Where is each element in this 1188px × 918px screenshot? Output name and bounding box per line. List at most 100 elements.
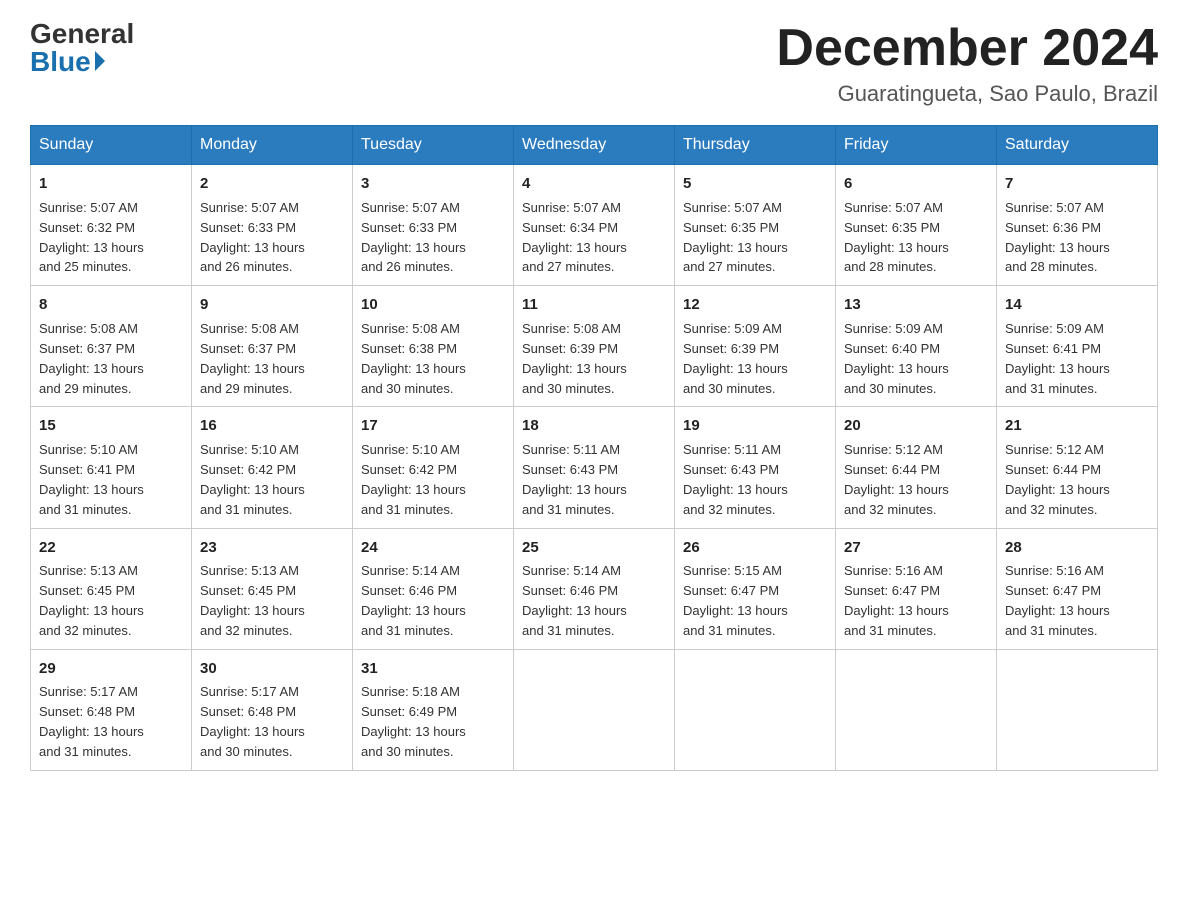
day-number: 3 — [361, 173, 505, 195]
day-info: Sunrise: 5:11 AMSunset: 6:43 PMDaylight:… — [522, 442, 627, 517]
day-number: 23 — [200, 537, 344, 559]
calendar-cell: 19 Sunrise: 5:11 AMSunset: 6:43 PMDaylig… — [675, 407, 836, 528]
day-info: Sunrise: 5:08 AMSunset: 6:37 PMDaylight:… — [39, 321, 144, 396]
calendar-cell: 3 Sunrise: 5:07 AMSunset: 6:33 PMDayligh… — [353, 165, 514, 286]
day-info: Sunrise: 5:17 AMSunset: 6:48 PMDaylight:… — [200, 684, 305, 759]
calendar-cell — [997, 649, 1158, 770]
calendar-cell: 20 Sunrise: 5:12 AMSunset: 6:44 PMDaylig… — [836, 407, 997, 528]
calendar-cell: 6 Sunrise: 5:07 AMSunset: 6:35 PMDayligh… — [836, 165, 997, 286]
day-number: 11 — [522, 294, 666, 316]
col-wednesday: Wednesday — [514, 126, 675, 165]
day-info: Sunrise: 5:08 AMSunset: 6:37 PMDaylight:… — [200, 321, 305, 396]
calendar-cell: 10 Sunrise: 5:08 AMSunset: 6:38 PMDaylig… — [353, 286, 514, 407]
day-info: Sunrise: 5:18 AMSunset: 6:49 PMDaylight:… — [361, 684, 466, 759]
page-header: General Blue December 2024 Guaratingueta… — [30, 20, 1158, 107]
day-info: Sunrise: 5:12 AMSunset: 6:44 PMDaylight:… — [1005, 442, 1110, 517]
calendar-cell: 17 Sunrise: 5:10 AMSunset: 6:42 PMDaylig… — [353, 407, 514, 528]
calendar-body: 1 Sunrise: 5:07 AMSunset: 6:32 PMDayligh… — [31, 165, 1158, 771]
month-title: December 2024 — [776, 20, 1158, 77]
day-number: 10 — [361, 294, 505, 316]
day-info: Sunrise: 5:07 AMSunset: 6:34 PMDaylight:… — [522, 200, 627, 275]
calendar-cell: 14 Sunrise: 5:09 AMSunset: 6:41 PMDaylig… — [997, 286, 1158, 407]
logo-general-text: General — [30, 20, 134, 48]
calendar-cell: 23 Sunrise: 5:13 AMSunset: 6:45 PMDaylig… — [192, 528, 353, 649]
day-number: 18 — [522, 415, 666, 437]
day-info: Sunrise: 5:08 AMSunset: 6:38 PMDaylight:… — [361, 321, 466, 396]
calendar-cell: 28 Sunrise: 5:16 AMSunset: 6:47 PMDaylig… — [997, 528, 1158, 649]
day-info: Sunrise: 5:07 AMSunset: 6:32 PMDaylight:… — [39, 200, 144, 275]
calendar-week-row: 29 Sunrise: 5:17 AMSunset: 6:48 PMDaylig… — [31, 649, 1158, 770]
col-saturday: Saturday — [997, 126, 1158, 165]
calendar-cell: 2 Sunrise: 5:07 AMSunset: 6:33 PMDayligh… — [192, 165, 353, 286]
day-info: Sunrise: 5:17 AMSunset: 6:48 PMDaylight:… — [39, 684, 144, 759]
day-number: 29 — [39, 658, 183, 680]
calendar-cell: 9 Sunrise: 5:08 AMSunset: 6:37 PMDayligh… — [192, 286, 353, 407]
calendar-cell: 15 Sunrise: 5:10 AMSunset: 6:41 PMDaylig… — [31, 407, 192, 528]
day-info: Sunrise: 5:15 AMSunset: 6:47 PMDaylight:… — [683, 563, 788, 638]
day-number: 17 — [361, 415, 505, 437]
day-info: Sunrise: 5:07 AMSunset: 6:36 PMDaylight:… — [1005, 200, 1110, 275]
calendar-cell: 24 Sunrise: 5:14 AMSunset: 6:46 PMDaylig… — [353, 528, 514, 649]
calendar-cell: 11 Sunrise: 5:08 AMSunset: 6:39 PMDaylig… — [514, 286, 675, 407]
day-info: Sunrise: 5:07 AMSunset: 6:35 PMDaylight:… — [844, 200, 949, 275]
logo-blue-text: Blue — [30, 48, 105, 76]
calendar-header: Sunday Monday Tuesday Wednesday Thursday… — [31, 126, 1158, 165]
day-number: 30 — [200, 658, 344, 680]
calendar-cell: 26 Sunrise: 5:15 AMSunset: 6:47 PMDaylig… — [675, 528, 836, 649]
day-number: 20 — [844, 415, 988, 437]
day-number: 24 — [361, 537, 505, 559]
title-area: December 2024 Guaratingueta, Sao Paulo, … — [776, 20, 1158, 107]
col-tuesday: Tuesday — [353, 126, 514, 165]
day-number: 1 — [39, 173, 183, 195]
day-number: 25 — [522, 537, 666, 559]
day-number: 4 — [522, 173, 666, 195]
calendar-cell: 12 Sunrise: 5:09 AMSunset: 6:39 PMDaylig… — [675, 286, 836, 407]
day-number: 5 — [683, 173, 827, 195]
calendar-cell: 16 Sunrise: 5:10 AMSunset: 6:42 PMDaylig… — [192, 407, 353, 528]
calendar-cell: 29 Sunrise: 5:17 AMSunset: 6:48 PMDaylig… — [31, 649, 192, 770]
col-monday: Monday — [192, 126, 353, 165]
calendar-week-row: 15 Sunrise: 5:10 AMSunset: 6:41 PMDaylig… — [31, 407, 1158, 528]
calendar-cell — [514, 649, 675, 770]
day-info: Sunrise: 5:10 AMSunset: 6:41 PMDaylight:… — [39, 442, 144, 517]
calendar-week-row: 22 Sunrise: 5:13 AMSunset: 6:45 PMDaylig… — [31, 528, 1158, 649]
day-info: Sunrise: 5:12 AMSunset: 6:44 PMDaylight:… — [844, 442, 949, 517]
day-info: Sunrise: 5:13 AMSunset: 6:45 PMDaylight:… — [200, 563, 305, 638]
calendar-cell: 13 Sunrise: 5:09 AMSunset: 6:40 PMDaylig… — [836, 286, 997, 407]
day-number: 31 — [361, 658, 505, 680]
calendar-cell: 18 Sunrise: 5:11 AMSunset: 6:43 PMDaylig… — [514, 407, 675, 528]
day-number: 22 — [39, 537, 183, 559]
col-thursday: Thursday — [675, 126, 836, 165]
day-info: Sunrise: 5:09 AMSunset: 6:39 PMDaylight:… — [683, 321, 788, 396]
calendar-cell: 7 Sunrise: 5:07 AMSunset: 6:36 PMDayligh… — [997, 165, 1158, 286]
day-info: Sunrise: 5:10 AMSunset: 6:42 PMDaylight:… — [200, 442, 305, 517]
day-info: Sunrise: 5:13 AMSunset: 6:45 PMDaylight:… — [39, 563, 144, 638]
day-number: 26 — [683, 537, 827, 559]
col-sunday: Sunday — [31, 126, 192, 165]
day-number: 14 — [1005, 294, 1149, 316]
location-subtitle: Guaratingueta, Sao Paulo, Brazil — [776, 81, 1158, 107]
day-info: Sunrise: 5:14 AMSunset: 6:46 PMDaylight:… — [522, 563, 627, 638]
day-info: Sunrise: 5:07 AMSunset: 6:35 PMDaylight:… — [683, 200, 788, 275]
day-info: Sunrise: 5:11 AMSunset: 6:43 PMDaylight:… — [683, 442, 788, 517]
day-number: 19 — [683, 415, 827, 437]
logo-triangle-icon — [95, 51, 105, 71]
calendar-cell: 8 Sunrise: 5:08 AMSunset: 6:37 PMDayligh… — [31, 286, 192, 407]
day-info: Sunrise: 5:08 AMSunset: 6:39 PMDaylight:… — [522, 321, 627, 396]
day-number: 2 — [200, 173, 344, 195]
calendar-cell: 22 Sunrise: 5:13 AMSunset: 6:45 PMDaylig… — [31, 528, 192, 649]
calendar-cell: 5 Sunrise: 5:07 AMSunset: 6:35 PMDayligh… — [675, 165, 836, 286]
logo: General Blue — [30, 20, 134, 76]
calendar-cell — [675, 649, 836, 770]
calendar-cell: 31 Sunrise: 5:18 AMSunset: 6:49 PMDaylig… — [353, 649, 514, 770]
calendar-table: Sunday Monday Tuesday Wednesday Thursday… — [30, 125, 1158, 771]
day-number: 12 — [683, 294, 827, 316]
calendar-cell — [836, 649, 997, 770]
day-info: Sunrise: 5:14 AMSunset: 6:46 PMDaylight:… — [361, 563, 466, 638]
day-info: Sunrise: 5:07 AMSunset: 6:33 PMDaylight:… — [361, 200, 466, 275]
day-info: Sunrise: 5:07 AMSunset: 6:33 PMDaylight:… — [200, 200, 305, 275]
calendar-cell: 21 Sunrise: 5:12 AMSunset: 6:44 PMDaylig… — [997, 407, 1158, 528]
day-number: 15 — [39, 415, 183, 437]
day-info: Sunrise: 5:09 AMSunset: 6:41 PMDaylight:… — [1005, 321, 1110, 396]
calendar-week-row: 8 Sunrise: 5:08 AMSunset: 6:37 PMDayligh… — [31, 286, 1158, 407]
